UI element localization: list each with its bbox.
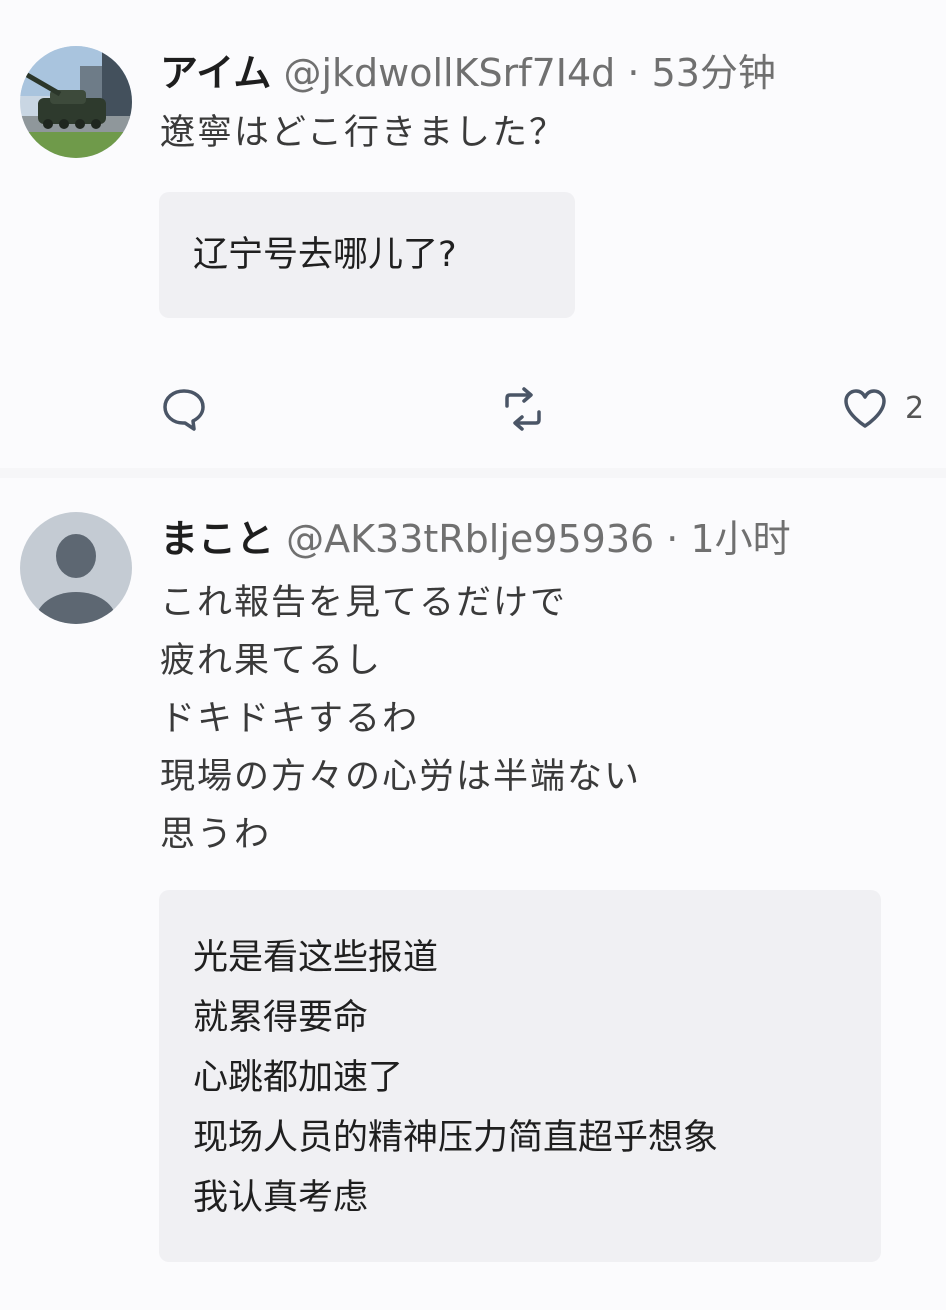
translation-box: 辽宁号去哪儿了? [159, 192, 575, 318]
translation-line: 现场人员的精神压力简直超乎想象 [193, 1118, 719, 1158]
repost-icon [505, 387, 541, 431]
post-text-line: これ報告を見てるだけで [160, 583, 568, 623]
post-header: アイム @jkdwollKSrf7I4d · 53分钟 [160, 48, 928, 98]
repost-button[interactable] [500, 386, 546, 432]
avatar-tank-photo[interactable] [20, 46, 132, 158]
post-card[interactable]: まこと @AK33tRblje95936 · 1小时 これ報告を見てるだけで 疲… [0, 478, 946, 1310]
reply-button[interactable] [161, 386, 207, 432]
post-header: まこと @AK33tRblje95936 · 1小时 [160, 514, 928, 564]
post-text-line: 現場の方々の心労は半端ない [160, 757, 642, 797]
post-text-line: 疲れ果てるし [160, 641, 383, 681]
separator-dot: · [666, 517, 679, 561]
post-time[interactable]: 1小时 [690, 517, 790, 561]
post-text: 遼寧はどこ行きました？ [160, 104, 916, 162]
post-text-line: 遼寧はどこ行きました？ [160, 113, 566, 153]
translation-box: 光是看这些报道 就累得要命 心跳都加速了 现场人员的精神压力简直超乎想象 我认真… [159, 890, 881, 1262]
like-count: 2 [905, 391, 925, 426]
translation-line: 心跳都加速了 [193, 1058, 404, 1098]
like-button[interactable] [842, 386, 888, 432]
translation-line: 光是看这些报道 [193, 938, 439, 978]
separator-dot: · [627, 51, 640, 95]
default-avatar-icon [20, 512, 132, 624]
translation-line: 就累得要命 [193, 998, 369, 1038]
avatar-default[interactable] [20, 512, 132, 624]
author-name[interactable]: アイム [160, 51, 271, 95]
post-text: これ報告を見てるだけで 疲れ果てるし ドキドキするわ 現場の方々の心労は半端ない… [160, 574, 916, 864]
post-text-line: ドキドキするわ [160, 699, 420, 739]
comment-icon [163, 389, 205, 431]
translation-line: 辽宁号去哪儿了? [193, 235, 457, 275]
post-card[interactable]: アイム @jkdwollKSrf7I4d · 53分钟 遼寧はどこ行きました？ … [0, 0, 946, 468]
translation-line: 我认真考虑 [193, 1178, 369, 1218]
heart-icon [844, 389, 886, 428]
tank-photo-icon [20, 46, 132, 158]
post-text-line: 思うわ [160, 815, 272, 855]
action-bar: 2 [0, 380, 946, 436]
post-time[interactable]: 53分钟 [652, 51, 776, 95]
author-handle[interactable]: @AK33tRblje95936 [286, 517, 654, 561]
author-handle[interactable]: @jkdwollKSrf7I4d [283, 51, 615, 95]
author-name[interactable]: まこと [160, 517, 274, 561]
